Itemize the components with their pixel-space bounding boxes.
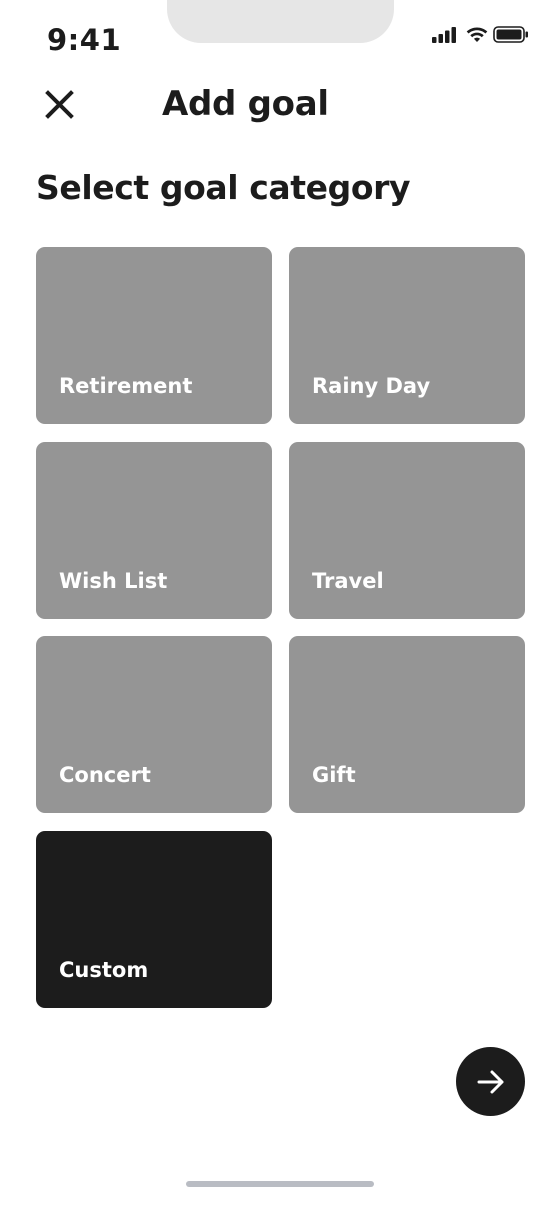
wifi-icon [466, 27, 488, 42]
section-title: Select goal category [36, 168, 411, 207]
category-grid: Retirement Rainy Day Wish List Travel Co… [36, 247, 525, 1008]
device-notch [167, 0, 394, 43]
category-tile-travel[interactable]: Travel [289, 441, 525, 619]
category-tile-wish-list[interactable]: Wish List [36, 441, 272, 619]
home-indicator [186, 1181, 374, 1187]
next-button[interactable] [456, 1047, 525, 1116]
close-icon [45, 90, 74, 119]
category-tile-gift[interactable]: Gift [289, 636, 525, 813]
close-button[interactable] [40, 86, 78, 124]
battery-icon [493, 26, 528, 43]
category-label: Wish List [59, 568, 168, 593]
category-tile-custom[interactable]: Custom [36, 830, 272, 1008]
category-tile-concert[interactable]: Concert [36, 636, 272, 813]
add-goal-screen: 9:41 Add goal Select goal category Retir… [0, 0, 558, 1230]
cellular-signal-icon [432, 27, 456, 43]
category-label: Concert [59, 763, 151, 787]
arrow-right-icon [477, 1070, 503, 1093]
status-time: 9:41 [47, 23, 122, 57]
category-label: Custom [59, 957, 149, 982]
category-tile-retirement[interactable]: Retirement [36, 247, 272, 424]
page-title: Add goal [162, 84, 329, 124]
category-label: Gift [312, 763, 356, 787]
category-label: Rainy Day [312, 374, 431, 398]
category-label: Retirement [59, 374, 193, 398]
status-icons [432, 24, 532, 46]
category-tile-rainy-day[interactable]: Rainy Day [289, 247, 525, 424]
category-label: Travel [312, 568, 384, 593]
